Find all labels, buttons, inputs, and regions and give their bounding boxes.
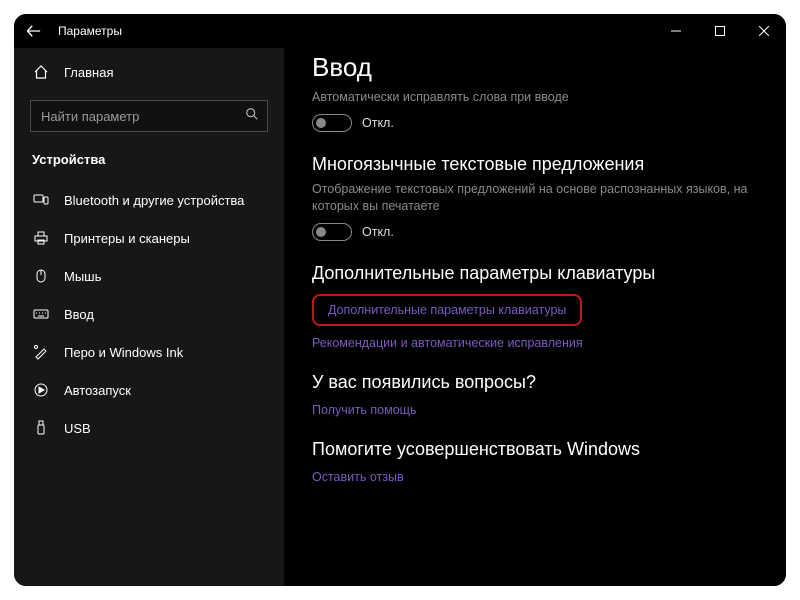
main-content: Ввод Автоматически исправлять слова при …: [284, 48, 786, 586]
maximize-button[interactable]: [698, 14, 742, 48]
sidebar-item-bluetooth[interactable]: Bluetooth и другие устройства: [14, 181, 284, 219]
sidebar-item-autoplay[interactable]: Автозапуск: [14, 371, 284, 409]
sidebar-category: Устройства: [14, 146, 284, 181]
window-title: Параметры: [54, 24, 122, 38]
sidebar: Главная Устройства Bluetooth и другие ус…: [14, 48, 284, 586]
devices-icon: [32, 192, 50, 208]
advanced-keyboard-link[interactable]: Дополнительные параметры клавиатуры: [328, 303, 566, 317]
titlebar: Параметры: [14, 14, 786, 48]
section-advanced-title: Дополнительные параметры клавиатуры: [312, 263, 758, 284]
search-icon: [245, 107, 259, 126]
sidebar-item-label: USB: [64, 421, 91, 436]
printer-icon: [32, 230, 50, 246]
sidebar-item-label: Принтеры и сканеры: [64, 231, 190, 246]
sidebar-home[interactable]: Главная: [14, 54, 284, 90]
sidebar-item-label: Ввод: [64, 307, 94, 322]
sidebar-item-printers[interactable]: Принтеры и сканеры: [14, 219, 284, 257]
keyboard-icon: [32, 306, 50, 322]
sidebar-item-label: Автозапуск: [64, 383, 131, 398]
home-icon: [32, 64, 50, 80]
sidebar-item-label: Перо и Windows Ink: [64, 345, 183, 360]
multilingual-desc: Отображение текстовых предложений на осн…: [312, 181, 758, 215]
section-feedback-title: Помогите усовершенствовать Windows: [312, 439, 758, 460]
autocorrect-desc: Автоматически исправлять слова при вводе: [312, 89, 758, 106]
sidebar-item-pen[interactable]: Перо и Windows Ink: [14, 333, 284, 371]
toggle-state-label: Откл.: [362, 225, 394, 239]
pen-icon: [32, 344, 50, 360]
usb-icon: [32, 420, 50, 436]
sidebar-item-typing[interactable]: Ввод: [14, 295, 284, 333]
section-help-title: У вас появились вопросы?: [312, 372, 758, 393]
highlighted-link-box: Дополнительные параметры клавиатуры: [312, 294, 582, 326]
close-button[interactable]: [742, 14, 786, 48]
autoplay-icon: [32, 382, 50, 398]
feedback-link[interactable]: Оставить отзыв: [312, 470, 758, 484]
sidebar-item-mouse[interactable]: Мышь: [14, 257, 284, 295]
page-title: Ввод: [312, 52, 758, 83]
sidebar-item-usb[interactable]: USB: [14, 409, 284, 447]
mouse-icon: [32, 268, 50, 284]
multilingual-toggle[interactable]: [312, 223, 352, 241]
search-input[interactable]: [41, 109, 245, 124]
autocorrect-toggle[interactable]: [312, 114, 352, 132]
sidebar-item-label: Мышь: [64, 269, 101, 284]
back-button[interactable]: [14, 24, 54, 38]
sidebar-home-label: Главная: [64, 65, 113, 80]
toggle-state-label: Откл.: [362, 116, 394, 130]
minimize-button[interactable]: [654, 14, 698, 48]
search-box[interactable]: [30, 100, 268, 132]
autocorrect-settings-link[interactable]: Рекомендации и автоматические исправлени…: [312, 336, 758, 350]
settings-window: Параметры Главная Уст: [14, 14, 786, 586]
get-help-link[interactable]: Получить помощь: [312, 403, 758, 417]
sidebar-item-label: Bluetooth и другие устройства: [64, 193, 244, 208]
section-multilingual-title: Многоязычные текстовые предложения: [312, 154, 758, 175]
